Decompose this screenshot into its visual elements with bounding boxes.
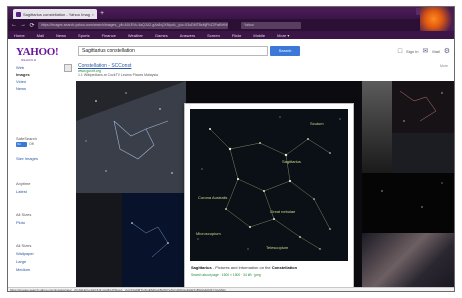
more-filter-link[interactable]: More: [440, 64, 448, 68]
tab-title: Sagittarius constellation - Yahoo Image …: [23, 11, 90, 17]
menubar-item-home[interactable]: Home: [14, 33, 25, 38]
left-nav-size-images[interactable]: Size Images: [16, 156, 38, 161]
size-filter-pluto[interactable]: Pluto: [16, 220, 25, 225]
menubar-item-flickr[interactable]: Flickr: [232, 33, 242, 38]
left-nav-video[interactable]: Video: [16, 79, 26, 84]
settings-icon[interactable]: ⚙: [444, 47, 450, 55]
preview-label-scutum: Scutum: [310, 121, 324, 126]
preview-image[interactable]: Sagittarius Corona Australis Scutum Micr…: [190, 109, 348, 261]
menubar-item-mail[interactable]: Mail: [37, 33, 44, 38]
result-thumbnail[interactable]: [64, 64, 72, 72]
header-account: □ Sign In ✉ Mail ⚙: [398, 47, 450, 56]
browser-tab[interactable]: Sagittarius constellation - Yahoo Image …: [13, 9, 97, 19]
back-arrow-icon[interactable]: ←: [11, 22, 17, 28]
image-preview-panel[interactable]: Sagittarius Corona Australis Scutum Micr…: [184, 103, 354, 291]
menubar-item-weather[interactable]: Weather: [128, 33, 143, 38]
menubar-item-more[interactable]: More ▾: [277, 33, 289, 38]
browser-search-box[interactable]: Yahoo: [241, 21, 301, 29]
safesearch-toggle-label: Off: [29, 142, 34, 146]
search-button[interactable]: Search: [270, 46, 300, 56]
filter-large[interactable]: Large: [16, 259, 26, 264]
preview-label-telescopium: Telescopium: [266, 245, 289, 250]
preview-caption[interactable]: Sagittarius - Pictures and information o…: [191, 265, 347, 270]
filter-wallpaper[interactable]: Wallpaper: [16, 251, 34, 256]
preview-label-corona-australis: Corona Australis: [198, 195, 228, 200]
preview-label-sagittarius: Sagittarius: [282, 159, 301, 164]
image-result[interactable]: [362, 233, 454, 287]
sagittarius-chart-image: [197, 116, 341, 250]
menubar-item-screen[interactable]: Screen: [207, 33, 220, 38]
image-result[interactable]: [392, 81, 454, 133]
browser-theme-artwork: [420, 7, 454, 31]
forward-arrow-icon[interactable]: →: [20, 22, 26, 28]
safesearch-toggle[interactable]: On: [16, 142, 27, 147]
star-field-image: [381, 182, 443, 208]
preview-label-great-nebulae: Great nebulae: [270, 209, 296, 214]
preview-label-microscopium: Microscopium: [196, 231, 221, 236]
menubar-item-finance[interactable]: Finance: [102, 33, 116, 38]
left-nav-images[interactable]: Images: [16, 72, 30, 77]
tab-close-icon[interactable]: ×: [92, 12, 94, 17]
image-result[interactable]: [76, 193, 122, 287]
time-filter-anytime[interactable]: Anytime: [16, 181, 30, 186]
reload-icon[interactable]: ⟳: [29, 22, 35, 29]
caption-text: - Pictures and information on the: [211, 265, 272, 270]
left-nav-web[interactable]: Web: [16, 65, 24, 70]
menubar-item-games[interactable]: Games: [155, 33, 168, 38]
navigation-bar: ← → ⟳ https://images.search.yahoo.com/se…: [8, 19, 454, 31]
image-result[interactable]: [362, 173, 454, 233]
mail-icon[interactable]: ✉: [423, 47, 429, 55]
yahoo-favicon-icon: [16, 11, 21, 17]
time-filter-latest[interactable]: Latest: [16, 189, 27, 194]
size-filter-title[interactable]: All Sizes: [16, 212, 31, 217]
sign-in-link[interactable]: Sign In: [406, 49, 418, 54]
image-result[interactable]: [392, 133, 454, 173]
star-field-image: [399, 90, 443, 122]
result-description: 1.1 Wikipedians at CockTV Learns Places …: [78, 73, 158, 77]
star-field-image: [131, 222, 169, 258]
address-bar[interactable]: https://images.search.yahoo.com/search/i…: [38, 21, 228, 29]
menubar-item-news[interactable]: News: [56, 33, 66, 38]
user-icon[interactable]: □: [398, 48, 402, 55]
filter-medium[interactable]: Medium: [16, 267, 30, 272]
yahoo-logo[interactable]: YAHOO!: [16, 46, 59, 58]
menubar-item-mobile[interactable]: Mobile: [253, 33, 265, 38]
browser-window: Sagittarius constellation - Yahoo Image …: [7, 6, 455, 292]
image-result[interactable]: [362, 81, 392, 173]
caption-bold: Sagittarius: [191, 265, 212, 270]
mail-link[interactable]: Mail: [432, 49, 439, 54]
left-nav-news[interactable]: News: [16, 86, 26, 91]
image-result[interactable]: [76, 81, 186, 193]
new-tab-button[interactable]: +: [100, 10, 104, 17]
yahoo-logo-sub: SEARCH: [21, 58, 37, 62]
preview-source[interactable]: Search about page · 1500 × 1500 · 34 kB …: [191, 273, 261, 277]
safesearch-label: SafeSearch: [16, 136, 37, 141]
constellation-chart-image: [76, 81, 186, 193]
image-result[interactable]: [122, 193, 186, 287]
title-bar: Sagittarius constellation - Yahoo Image …: [8, 7, 454, 19]
search-input[interactable]: Sagittarius constellation: [78, 46, 268, 56]
color-filter-title[interactable]: All Sizes: [16, 243, 31, 248]
menubar-item-sports[interactable]: Sports: [78, 33, 90, 38]
search-page: YAHOO! SEARCH Sagittarius constellation …: [8, 39, 454, 291]
status-bar: https://images.search.yahoo.com/images/v…: [8, 287, 454, 291]
menubar-item-answers[interactable]: Answers: [180, 33, 195, 38]
caption-bold-2: Constellation: [271, 265, 298, 270]
yahoo-menubar: Home Mail News Sports Finance Weather Ga…: [8, 31, 454, 39]
